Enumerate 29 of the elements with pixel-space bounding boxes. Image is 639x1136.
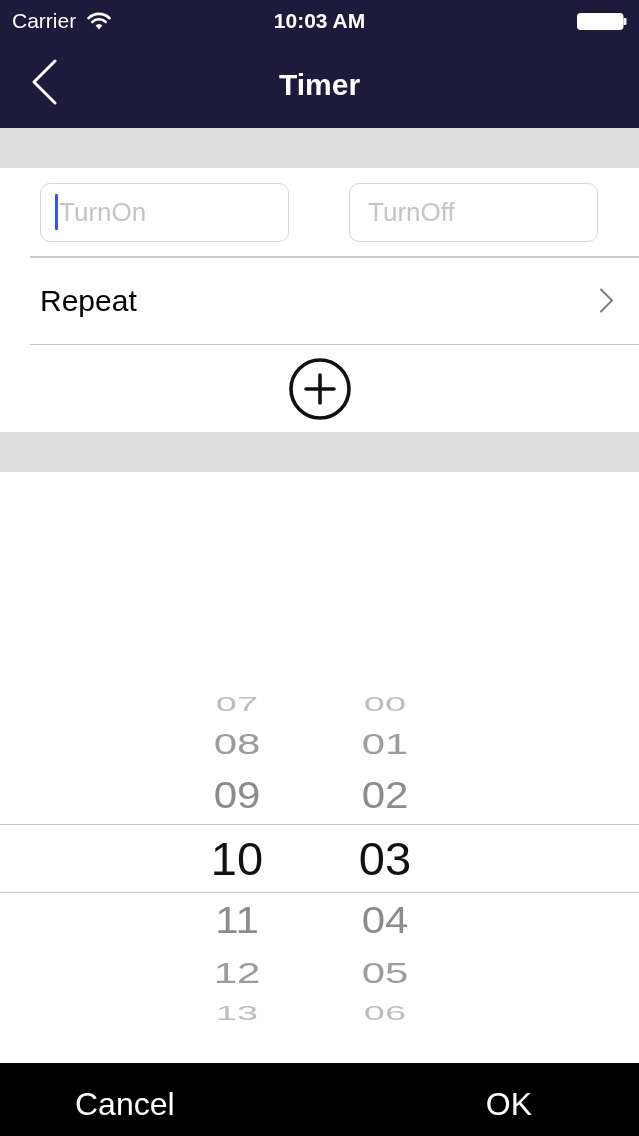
ok-button[interactable]: OK	[485, 1063, 532, 1136]
picker-item[interactable]: 07	[215, 694, 259, 714]
picker-item[interactable]: 06	[363, 1003, 407, 1023]
chevron-right-icon	[599, 288, 614, 313]
screen-title: Timer	[278, 67, 361, 103]
wifi-icon	[87, 12, 112, 30]
picker-item[interactable]: 10	[210, 835, 264, 882]
picker-item[interactable]: 11	[215, 902, 259, 940]
add-button[interactable]	[288, 357, 351, 420]
picker-item[interactable]: 12	[213, 957, 261, 989]
input-field[interactable]: TurnOff	[349, 183, 598, 242]
status-time: 10:03 AM	[273, 8, 366, 34]
picker-item[interactable]: 04	[361, 902, 409, 940]
plus-circle-icon	[288, 357, 351, 420]
input-field[interactable]: TurnOn	[40, 183, 289, 242]
repeat-row[interactable]: Repeat	[30, 257, 639, 344]
back-button[interactable]	[31, 59, 57, 105]
picker-item[interactable]: 09	[213, 777, 261, 815]
picker-item[interactable]: 05	[361, 957, 409, 989]
picker-item[interactable]: 01	[361, 728, 409, 760]
cancel-button[interactable]: Cancel	[75, 1063, 175, 1136]
carrier-name: Carrier	[12, 8, 77, 34]
chevron-left-icon	[31, 59, 57, 105]
picker-item[interactable]: 13	[215, 1003, 259, 1023]
picker-item[interactable]: 00	[363, 694, 407, 714]
battery-icon	[577, 12, 627, 30]
picker-item[interactable]: 02	[361, 777, 409, 815]
picker-item[interactable]: 08	[213, 728, 261, 760]
picker-item[interactable]: 03	[358, 835, 412, 882]
